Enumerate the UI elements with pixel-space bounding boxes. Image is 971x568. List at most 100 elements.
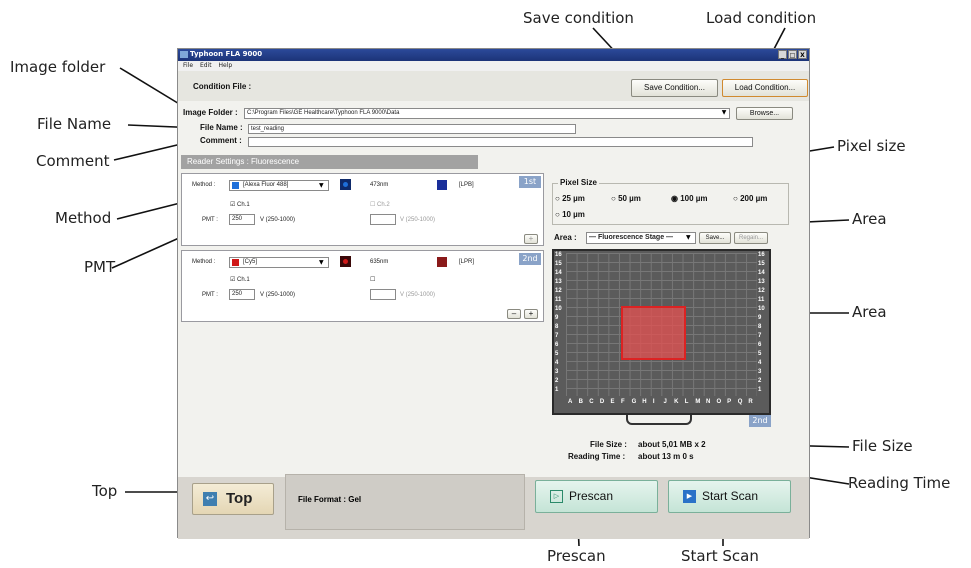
play-outline-icon: ▷	[550, 490, 563, 503]
area-stage-map[interactable]: 16 15 14 13 12 11 10 9 8 7 6 5 4 3 2 1 16 15 14 13 12 11 10 9 8…	[552, 249, 771, 415]
pixel-25-label: 25 µm	[562, 194, 585, 203]
callout-prescan: Prescan	[547, 547, 606, 565]
ch2-pmt-field[interactable]: 250	[229, 289, 255, 300]
folder-dropdown-arrow-icon[interactable]: ▼	[719, 109, 729, 118]
top-button[interactable]: ↩ Top	[192, 483, 274, 515]
row-label: 16	[555, 252, 562, 258]
area-select[interactable]: — Fluorescence Stage —	[586, 232, 696, 244]
row-labels-right: 16 15 14 13 12 11 10 9 8 7 6 5 4 3 2 1	[758, 252, 768, 396]
minimize-button[interactable]: _	[778, 50, 787, 59]
start-scan-button[interactable]: ▶ Start Scan	[668, 480, 791, 513]
file-name-label: File Name :	[200, 123, 243, 132]
column-label: G	[631, 399, 637, 405]
pixel-50-radio[interactable]: ○ 50 µm	[611, 194, 641, 203]
ch1-pmt-range: V (250-1000)	[260, 217, 296, 223]
maximize-button[interactable]: □	[788, 50, 797, 59]
file-size-value: about 5,01 MB x 2	[638, 440, 706, 449]
row-label: 12	[555, 288, 562, 294]
column-label: C	[589, 399, 594, 405]
ch1-ch2-checkbox[interactable]: ☐ Ch.2	[370, 201, 390, 208]
selected-area-region[interactable]	[621, 306, 686, 360]
area-regain-button[interactable]: Regain...	[734, 232, 768, 244]
column-label: I	[652, 399, 655, 405]
ch2-ch1-checkbox[interactable]: ☑ Ch.1	[230, 276, 250, 283]
browse-button[interactable]: Browse...	[736, 107, 793, 120]
row-label: 8	[758, 324, 762, 330]
ch1-laser-icon	[340, 179, 351, 190]
ch1-add-button[interactable]: +	[524, 234, 538, 244]
ch2-ch2-checkbox[interactable]: ☐	[370, 276, 375, 283]
column-label: A	[568, 399, 573, 405]
callout-area-selector: Area	[852, 210, 887, 228]
pixel-10-radio[interactable]: ○ 10 µm	[555, 210, 585, 219]
return-icon: ↩	[203, 492, 217, 506]
row-label: 15	[555, 261, 562, 267]
channel-1-badge: 1st	[519, 176, 541, 188]
comment-field[interactable]	[248, 137, 753, 147]
row-label: 9	[555, 315, 559, 321]
pixel-200-label: 200 µm	[740, 194, 768, 203]
callout-method: Method	[55, 209, 112, 227]
ch2-ch1-label: Ch.1	[237, 277, 250, 283]
column-label: D	[599, 399, 605, 405]
reading-time-label: Reading Time :	[568, 452, 626, 461]
save-condition-button[interactable]: Save Condition...	[631, 79, 718, 97]
load-condition-button[interactable]: Load Condition...	[722, 79, 808, 97]
row-label: 3	[555, 369, 559, 375]
row-label: 5	[555, 351, 559, 357]
ch1-pmt2-field[interactable]	[370, 214, 396, 225]
column-label: B	[578, 399, 583, 405]
row-label: 5	[758, 351, 762, 357]
ch2-pmt2-field[interactable]	[370, 289, 396, 300]
callout-file-size: File Size	[852, 437, 913, 455]
ch2-laser-icon	[340, 256, 351, 267]
row-label: 6	[758, 342, 762, 348]
column-label: R	[748, 399, 753, 405]
pixel-200-radio[interactable]: ○ 200 µm	[733, 194, 767, 203]
ch1-wavelength: 473nm	[370, 182, 389, 188]
ch1-method-dropdown-icon[interactable]: ▼	[319, 182, 324, 189]
area-label: Area :	[554, 233, 577, 242]
channel-1-panel: 1st Method : [Alexa Fluor 488] ▼ 473nm […	[181, 173, 544, 246]
pixel-100-label: 100 µm	[680, 194, 708, 203]
ch1-method-label: Method :	[192, 182, 216, 188]
file-name-field[interactable]: test_reading	[248, 124, 576, 134]
prescan-button[interactable]: ▷ Prescan	[535, 480, 658, 513]
play-filled-icon: ▶	[683, 490, 696, 503]
ch2-method-select[interactable]: [Cy5]	[229, 257, 329, 268]
callout-reading-time: Reading Time	[848, 474, 951, 492]
ch1-method-select[interactable]: [Alexa Fluor 488]	[229, 180, 329, 191]
row-label: 12	[758, 288, 765, 294]
close-button[interactable]: X	[798, 50, 807, 59]
callout-load-condition: Load condition	[706, 9, 817, 27]
row-label: 10	[758, 306, 765, 312]
ch2-pmt-label: PMT :	[202, 292, 218, 298]
comment-label: Comment :	[200, 136, 242, 145]
ch2-method-dropdown-icon[interactable]: ▼	[319, 259, 324, 266]
area-save-button[interactable]: Save...	[699, 232, 731, 244]
menu-help[interactable]: Help	[219, 62, 233, 69]
menu-file[interactable]: File	[183, 62, 193, 69]
ch1-pmt-field[interactable]: 250	[229, 214, 255, 225]
image-folder-field[interactable]: C:\Program Files\GE Healthcare\Typhoon F…	[244, 108, 730, 119]
pixel-100-radio[interactable]: ◉ 100 µm	[671, 194, 708, 203]
callout-top: Top	[92, 482, 118, 500]
menu-edit[interactable]: Edit	[200, 62, 212, 69]
ch2-add-button[interactable]: +	[524, 309, 538, 319]
app-window: Typhoon FLA 9000 _ □ X File Edit Help Co…	[177, 48, 810, 539]
pixel-25-radio[interactable]: ○ 25 µm	[555, 194, 585, 203]
row-label: 13	[758, 279, 765, 285]
prescan-label: Prescan	[569, 489, 614, 503]
window-title: Typhoon FLA 9000	[190, 50, 263, 58]
row-label: 7	[758, 333, 762, 339]
area-dropdown-icon[interactable]: ▼	[686, 234, 691, 241]
row-label: 10	[555, 306, 562, 312]
ch2-remove-button[interactable]: –	[507, 309, 521, 319]
pixel-size-header: Pixel Size	[558, 178, 599, 187]
ch1-ch1-checkbox[interactable]: ☑ Ch.1	[230, 201, 250, 208]
menu-bar: File Edit Help	[178, 61, 809, 71]
condition-file-label: Condition File :	[193, 82, 252, 91]
ch2-method-label: Method :	[192, 259, 216, 265]
row-labels-left: 16 15 14 13 12 11 10 9 8 7 6 5 4 3 2 1	[555, 252, 565, 396]
column-label: O	[716, 399, 722, 405]
